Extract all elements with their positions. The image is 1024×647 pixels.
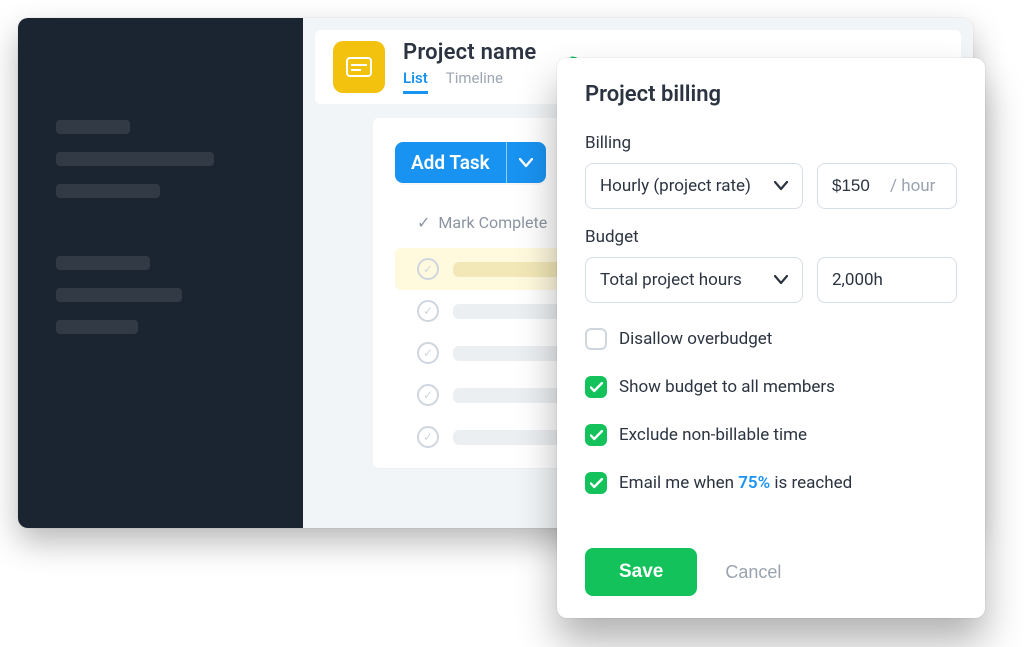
task-complete-toggle[interactable]: ✓ <box>417 258 439 280</box>
checkbox-email-label: Email me when 75% is reached <box>619 473 852 493</box>
checkbox-exclude-label: Exclude non-billable time <box>619 425 807 445</box>
checkbox-show-label: Show budget to all members <box>619 377 835 397</box>
task-complete-toggle[interactable]: ✓ <box>417 426 439 448</box>
billing-mode-select[interactable]: Hourly (project rate) <box>585 163 803 209</box>
sidebar-item[interactable] <box>56 320 138 334</box>
task-complete-toggle[interactable]: ✓ <box>417 300 439 322</box>
email-threshold-percent[interactable]: 75% <box>738 473 770 493</box>
project-icon <box>333 41 385 93</box>
sidebar-item[interactable] <box>56 288 182 302</box>
check-icon: ✓ <box>417 213 430 232</box>
sidebar-item[interactable] <box>56 120 130 134</box>
chevron-down-icon <box>774 176 788 196</box>
checkbox-disallow-label: Disallow overbudget <box>619 329 772 349</box>
budget-mode-value: Total project hours <box>600 270 742 290</box>
rate-input[interactable] <box>832 176 884 196</box>
budget-value-input-wrap[interactable]: 2,000h <box>817 257 957 303</box>
chevron-down-icon <box>519 158 533 168</box>
checkbox-email-threshold[interactable] <box>585 472 607 494</box>
rate-input-wrap[interactable]: / hour <box>817 163 957 209</box>
tab-timeline[interactable]: Timeline <box>446 69 503 94</box>
add-task-button[interactable]: Add Task <box>395 142 506 183</box>
project-tabs: List Timeline <box>403 69 536 94</box>
budget-section-label: Budget <box>585 227 957 247</box>
checkbox-show-budget[interactable] <box>585 376 607 398</box>
checkbox-disallow-overbudget[interactable] <box>585 328 607 350</box>
project-billing-modal: Project billing Billing Hourly (project … <box>557 58 985 618</box>
billing-section-label: Billing <box>585 133 957 153</box>
rate-suffix: / hour <box>890 176 935 196</box>
sidebar-item[interactable] <box>56 184 160 198</box>
add-task-dropdown[interactable] <box>506 142 546 183</box>
sidebar <box>18 18 303 528</box>
sidebar-item[interactable] <box>56 256 150 270</box>
sidebar-item[interactable] <box>56 152 214 166</box>
add-task-button-group: Add Task <box>395 142 546 183</box>
chevron-down-icon <box>774 270 788 290</box>
billing-mode-value: Hourly (project rate) <box>600 176 751 196</box>
budget-mode-select[interactable]: Total project hours <box>585 257 803 303</box>
modal-title: Project billing <box>585 82 957 107</box>
checkbox-exclude-nonbillable[interactable] <box>585 424 607 446</box>
save-button[interactable]: Save <box>585 548 697 596</box>
tab-list[interactable]: List <box>403 69 428 94</box>
project-title: Project name <box>403 40 536 65</box>
cancel-button[interactable]: Cancel <box>725 562 781 583</box>
task-complete-toggle[interactable]: ✓ <box>417 342 439 364</box>
budget-value: 2,000h <box>832 270 883 290</box>
mark-complete-label: Mark Complete <box>438 213 547 232</box>
task-complete-toggle[interactable]: ✓ <box>417 384 439 406</box>
